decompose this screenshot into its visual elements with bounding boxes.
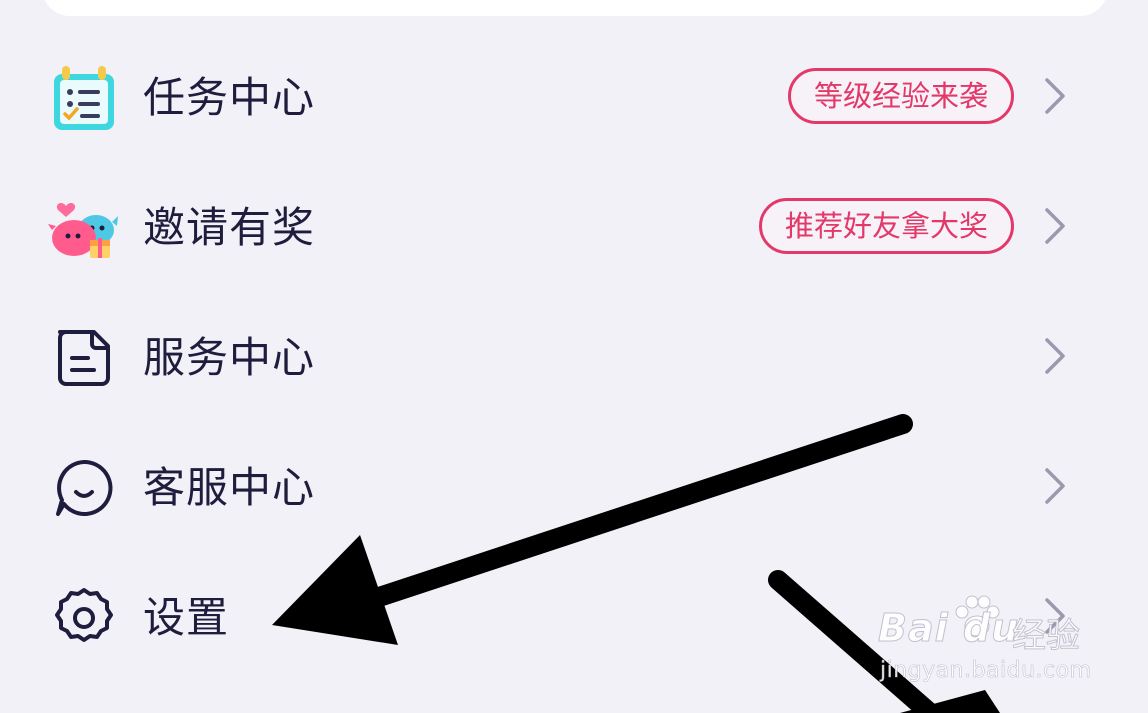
top-card (42, 0, 1108, 16)
menu-item-service-center[interactable]: 服务中心 (0, 298, 1148, 418)
chevron-right-icon (1043, 336, 1067, 376)
menu-item-label: 设置 (143, 593, 230, 642)
menu-item-label: 服务中心 (143, 333, 316, 382)
chevron-right-icon (1043, 596, 1067, 636)
menu-item-label: 客服中心 (143, 463, 316, 512)
menu-item-task-center[interactable]: 任务中心 等级经验来袭 (0, 38, 1148, 158)
menu-item-settings[interactable]: 设置 (0, 558, 1148, 678)
menu-item-label: 任务中心 (143, 73, 316, 122)
level-exp-badge: 等级经验来袭 (787, 68, 1014, 124)
menu-item-label: 邀请有奖 (143, 203, 316, 252)
recommend-friend-badge: 推荐好友拿大奖 (758, 198, 1014, 254)
chevron-right-icon (1043, 466, 1067, 506)
invite-whales-gift-icon (48, 192, 120, 264)
task-calendar-icon (48, 62, 120, 134)
service-document-icon (48, 322, 120, 394)
chevron-right-icon (1043, 206, 1067, 246)
menu-item-customer-service[interactable]: 客服中心 (0, 428, 1148, 548)
chevron-right-icon (1043, 76, 1067, 116)
settings-gear-icon (48, 582, 120, 654)
customer-service-smile-icon (48, 452, 120, 524)
menu-item-invite-reward[interactable]: 邀请有奖 推荐好友拿大奖 (0, 168, 1148, 288)
